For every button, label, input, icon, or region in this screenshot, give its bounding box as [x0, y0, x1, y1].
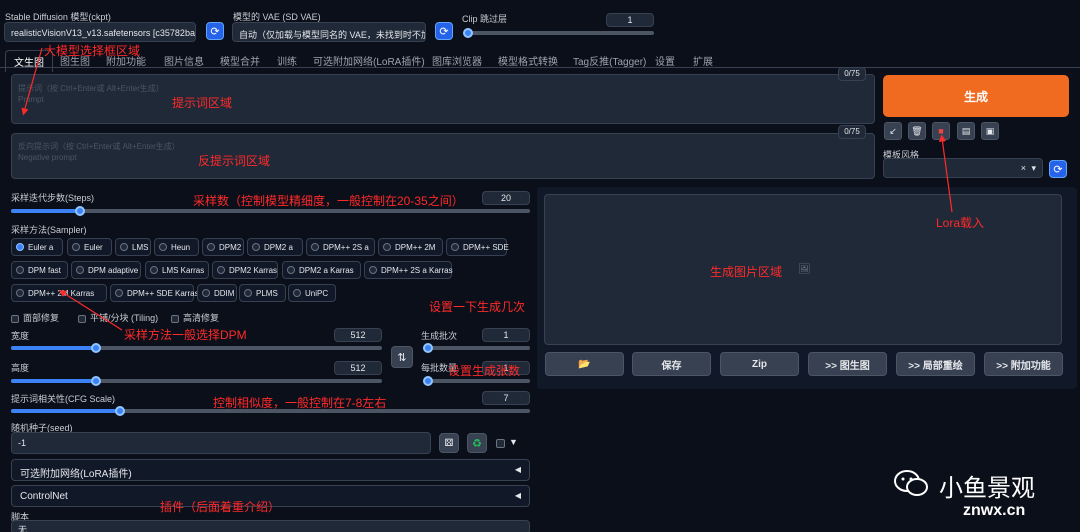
arrow-sampler — [58, 290, 123, 331]
watermark-site: znwx.cn — [963, 502, 1026, 519]
wechat-logo-icon — [893, 468, 929, 500]
arrow-model — [21, 47, 43, 116]
arrow-lora — [938, 134, 953, 213]
watermark-name: 小鱼景观 — [939, 475, 1035, 502]
annotation-arrows — [21, 47, 953, 331]
